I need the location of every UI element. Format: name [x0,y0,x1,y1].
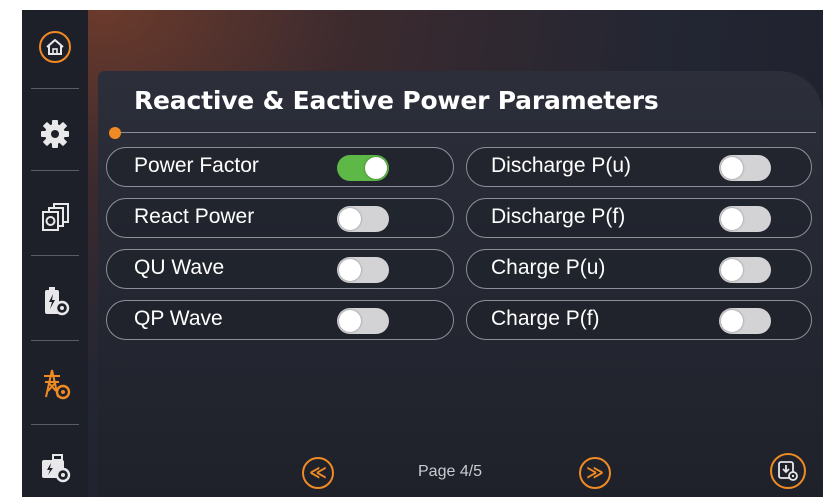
charge-pu-toggle[interactable] [719,257,771,283]
device-stack-icon [42,203,69,231]
sidebar-divider [31,255,79,256]
sidebar-divider [31,170,79,171]
sidebar-divider [31,424,79,425]
param-row-charge-pf: Charge P(f) [466,300,812,340]
toggle-knob [721,157,743,179]
param-row-discharge-pf: Discharge P(f) [466,198,812,238]
pager: ≪ Page 4/5 ≫ [22,455,823,495]
param-label: QP Wave [134,307,223,330]
param-label: Charge P(u) [491,256,606,279]
sidebar-item-settings[interactable] [22,105,88,163]
param-row-charge-pu: Charge P(u) [466,249,812,289]
home-icon [39,31,71,63]
param-row-react-power: React Power [106,198,454,238]
toggle-knob [721,310,743,332]
toggle-knob [365,157,387,179]
param-label: Power Factor [134,154,259,177]
param-row-power-factor: Power Factor [106,147,454,187]
param-label: Discharge P(u) [491,154,632,177]
save-settings-button[interactable] [770,453,806,489]
param-row-qp-wave: QP Wave [106,300,454,340]
sidebar-item-home[interactable] [22,18,88,76]
param-label: Discharge P(f) [491,205,626,228]
sidebar [22,10,88,497]
power-factor-toggle[interactable] [337,155,389,181]
toggle-knob [339,310,361,332]
discharge-pu-toggle[interactable] [719,155,771,181]
page-indicator: Page 4/5 [418,463,483,480]
sidebar-divider [31,88,79,89]
sidebar-item-battery[interactable] [22,272,88,330]
title-accent-dot [109,127,121,139]
battery-settings-icon [45,287,70,316]
param-label: QU Wave [134,256,225,279]
sidebar-divider [31,340,79,341]
save-settings-icon [778,461,798,481]
toggle-knob [721,259,743,281]
gear-icon [41,120,69,148]
discharge-pf-toggle[interactable] [719,206,771,232]
param-label: React Power [134,205,255,228]
toggle-knob [339,208,361,230]
sidebar-item-grid[interactable] [22,355,88,413]
param-label: Charge P(f) [491,307,600,330]
toggle-knob [721,208,743,230]
sidebar-item-devices[interactable] [22,188,88,246]
screen: Reactive & Eactive Power Parameters Powe… [22,10,823,497]
grid-tower-settings-icon [44,369,71,400]
next-page-button[interactable]: ≫ [579,457,611,489]
param-row-qu-wave: QU Wave [106,249,454,289]
react-power-toggle[interactable] [337,206,389,232]
qu-wave-toggle[interactable] [337,257,389,283]
page-title: Reactive & Eactive Power Parameters [134,86,659,115]
qp-wave-toggle[interactable] [337,308,389,334]
param-row-discharge-pu: Discharge P(u) [466,147,812,187]
charge-pf-toggle[interactable] [719,308,771,334]
toggle-knob [339,259,361,281]
prev-page-button[interactable]: ≪ [302,457,334,489]
title-divider [116,132,816,133]
